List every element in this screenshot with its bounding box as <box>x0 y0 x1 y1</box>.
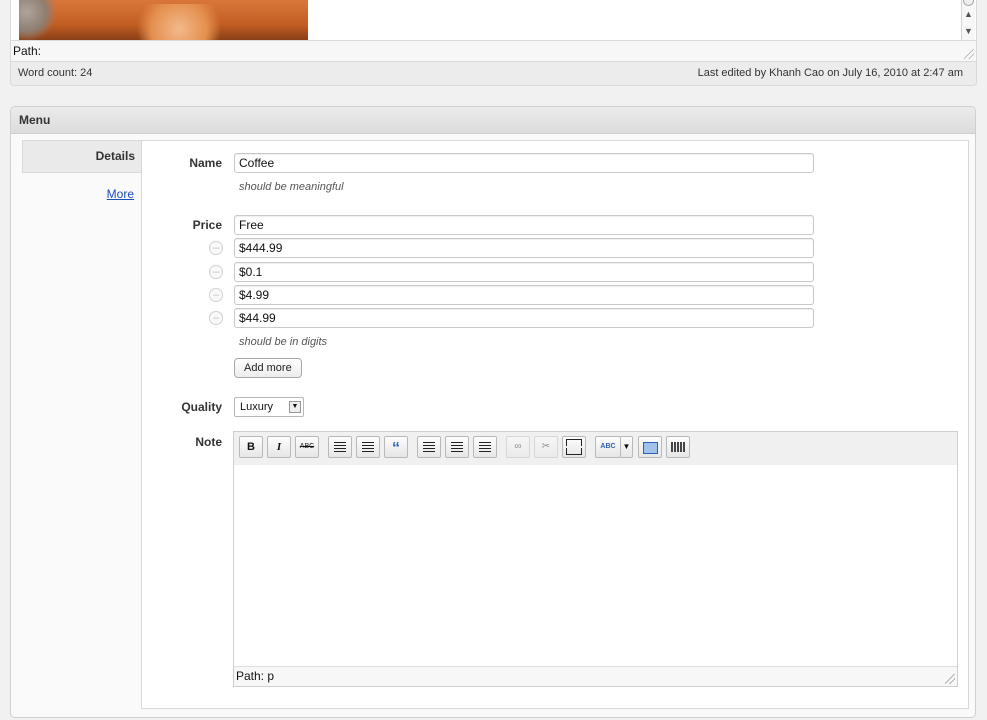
name-hint: should be meaningful <box>239 181 344 193</box>
bullet-list-icon[interactable] <box>328 436 352 458</box>
italic-icon[interactable]: I <box>267 436 291 458</box>
name-label: Name <box>189 156 222 170</box>
word-count: Word count: 24 <box>18 67 93 79</box>
blockquote-icon[interactable]: “ <box>384 436 408 458</box>
remove-price-3-icon[interactable]: – <box>209 265 223 279</box>
side-tabs: Details More <box>22 140 142 201</box>
resize-grip-icon[interactable] <box>964 49 974 59</box>
note-editor: B I ABC “ ∞ ✂ ABC ▼ Path: p <box>233 431 958 687</box>
remove-price-2-icon[interactable]: – <box>209 241 223 255</box>
remove-price-5-icon[interactable]: – <box>209 311 223 325</box>
price-label: Price <box>192 218 222 232</box>
editor-path: Path: <box>11 40 976 61</box>
menu-panel-title[interactable]: Menu <box>11 107 975 134</box>
scrollbar-thumb[interactable] <box>963 0 974 6</box>
align-center-icon[interactable] <box>445 436 469 458</box>
note-editor-toolbar: B I ABC “ ∞ ✂ ABC ▼ <box>234 432 957 466</box>
align-right-icon[interactable] <box>473 436 497 458</box>
quality-selected-value: Luxury <box>240 401 274 413</box>
scroll-up-icon[interactable]: ▲ <box>962 9 975 19</box>
tab-details[interactable]: Details <box>22 140 142 173</box>
editor-path-label: Path: <box>13 44 42 58</box>
scroll-down-icon[interactable]: ▼ <box>962 26 975 36</box>
align-left-icon[interactable] <box>417 436 441 458</box>
chevron-down-icon: ▼ <box>289 401 301 413</box>
previous-editor: ▲ ▼ Path: <box>10 0 977 62</box>
spellcheck-icon[interactable]: ABC <box>595 436 621 458</box>
name-input[interactable] <box>234 153 814 173</box>
more-break-icon[interactable] <box>562 436 586 458</box>
coffee-image <box>19 0 308 40</box>
strikethrough-icon[interactable]: ABC <box>295 436 319 458</box>
price-hint: should be in digits <box>239 336 328 348</box>
note-editor-path: Path: p <box>234 666 957 686</box>
link-icon[interactable]: ∞ <box>506 436 530 458</box>
price-input-3[interactable] <box>234 262 814 282</box>
editor-status-bar: Word count: 24 Last edited by Khanh Cao … <box>10 62 977 86</box>
numbered-list-icon[interactable] <box>356 436 380 458</box>
remove-price-4-icon[interactable]: – <box>209 288 223 302</box>
quality-select[interactable]: Luxury ▼ <box>234 397 304 417</box>
bold-icon[interactable]: B <box>239 436 263 458</box>
add-more-button[interactable]: Add more <box>234 358 302 378</box>
tab-more-link[interactable]: More <box>22 187 142 201</box>
spellcheck-dropdown-icon[interactable]: ▼ <box>620 436 633 458</box>
note-resize-grip-icon[interactable] <box>945 674 955 684</box>
price-input-5[interactable] <box>234 308 814 328</box>
fullscreen-icon[interactable] <box>638 436 662 458</box>
menu-panel: Menu Details More Name should be meaning… <box>10 106 976 718</box>
price-input-1[interactable] <box>234 215 814 235</box>
note-editor-body[interactable] <box>234 465 957 667</box>
last-edited-info: Last edited by Khanh Cao on July 16, 201… <box>697 67 963 79</box>
quality-label: Quality <box>181 400 222 414</box>
details-content: Name should be meaningful Price – – – – … <box>141 140 969 709</box>
note-label: Note <box>195 435 222 449</box>
editor-scrollbar[interactable]: ▲ ▼ <box>961 0 975 40</box>
price-input-2[interactable] <box>234 238 814 258</box>
kitchen-sink-icon[interactable] <box>666 436 690 458</box>
price-input-4[interactable] <box>234 285 814 305</box>
unlink-icon[interactable]: ✂ <box>534 436 558 458</box>
note-path-label: Path: p <box>236 669 275 683</box>
